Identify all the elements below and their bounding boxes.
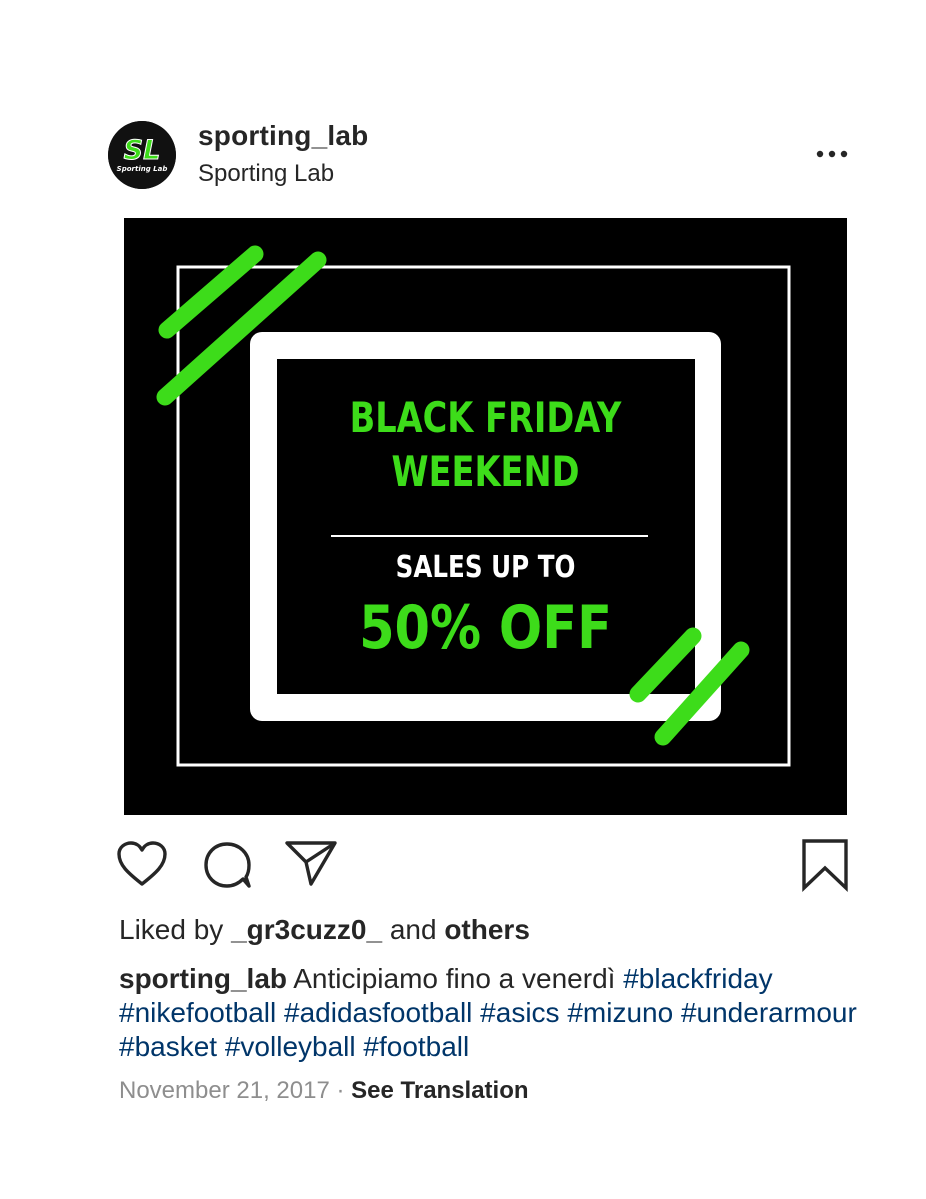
hashtag-link[interactable]: #adidasfootball	[284, 997, 472, 1028]
promo-discount: 50% OFF	[359, 593, 612, 663]
bookmark-icon[interactable]	[800, 838, 850, 892]
hashtag-link[interactable]: #asics	[480, 997, 559, 1028]
hashtag-link[interactable]: #football	[363, 1031, 469, 1062]
promo-subtitle: SALES UP TO	[395, 550, 576, 585]
sporting-lab-logo-icon: SL Sporting Lab	[108, 121, 176, 189]
likes-line: Liked by _gr3cuzz0_ and others	[119, 914, 530, 946]
hashtag-link[interactable]: #basket	[119, 1031, 217, 1062]
hashtag-link[interactable]: #mizuno	[567, 997, 673, 1028]
send-icon[interactable]	[284, 838, 338, 888]
liked-by-user-link[interactable]: _gr3cuzz0_	[231, 914, 382, 945]
caption: sporting_lab Anticipiamo fino a venerdì …	[119, 962, 859, 1064]
promo-title-line-2: WEEKEND	[391, 447, 580, 496]
likes-prefix: Liked by	[119, 914, 224, 945]
promo-frame-graphic	[156, 245, 791, 767]
heart-icon[interactable]	[116, 840, 168, 888]
post-display-name[interactable]: Sporting Lab	[198, 160, 334, 188]
post-meta: November 21, 2017 · See Translation	[119, 1077, 529, 1105]
post-username[interactable]: sporting_lab	[198, 120, 368, 152]
post-date: November 21, 2017	[119, 1077, 330, 1104]
more-horizontal-icon[interactable]	[812, 146, 852, 162]
hashtag-link[interactable]: #underarmour	[681, 997, 857, 1028]
caption-username[interactable]: sporting_lab	[119, 963, 287, 994]
post-image[interactable]: BLACK FRIDAY WEEKEND SALES UP TO 50% OFF	[124, 218, 847, 815]
avatar-logo-text: SL	[124, 135, 161, 166]
hashtag-link[interactable]: #volleyball	[225, 1031, 356, 1062]
avatar-logo-subtext: Sporting Lab	[117, 165, 168, 173]
avatar[interactable]: SL Sporting Lab	[108, 121, 176, 189]
see-translation-link[interactable]: See Translation	[351, 1077, 528, 1104]
likes-others-link[interactable]: others	[444, 914, 530, 945]
meta-separator: ·	[336, 1077, 345, 1104]
promo-title-line-1: BLACK FRIDAY	[349, 393, 622, 442]
post-header: SL Sporting Lab sporting_lab Sporting La…	[0, 0, 926, 210]
hashtag-link[interactable]: #nikefootball	[119, 997, 276, 1028]
likes-middle: and	[389, 914, 437, 945]
comment-icon[interactable]	[202, 840, 254, 890]
hashtag-link[interactable]: #blackfriday	[623, 963, 772, 994]
caption-text: Anticipiamo fino a venerdì	[293, 963, 616, 994]
